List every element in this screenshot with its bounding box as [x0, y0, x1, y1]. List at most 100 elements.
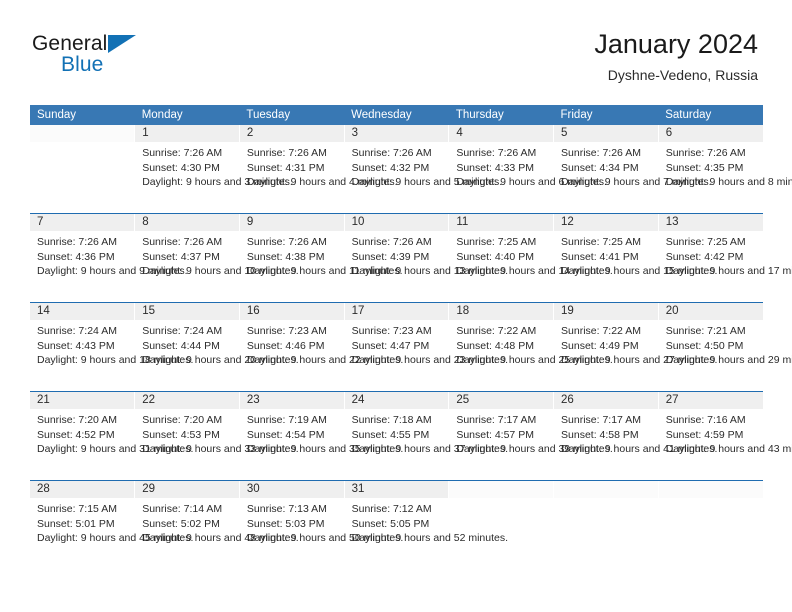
day-number[interactable]: 8 — [134, 214, 240, 231]
day-number[interactable]: 15 — [134, 303, 240, 320]
day-cell-lines: Sunrise: 7:26 AM Sunset: 4:39 PM Daylight:… — [352, 235, 508, 279]
sunrise-text: Sunrise: 7:25 AM — [456, 236, 537, 248]
brand-logo[interactable]: General Blue — [32, 33, 222, 83]
day-number[interactable]: 6 — [657, 125, 763, 142]
day-cell-lines: Sunrise: 7:13 AM Sunset: 5:03 PM Daylight:… — [246, 502, 404, 546]
day-cell-empty — [553, 498, 659, 569]
day-number[interactable]: 30 — [238, 481, 345, 498]
daylight-text: Daylight: 9 hours and 29 minutes. — [665, 354, 792, 366]
daylight-text: Daylight: 9 hours and 41 minutes. — [561, 443, 718, 455]
sunset-text: Sunset: 4:35 PM — [665, 161, 744, 174]
weekday-header-friday: Friday — [553, 105, 659, 125]
day-cell-lines: Sunrise: 7:25 AM Sunset: 4:40 PM Daylight:… — [456, 235, 612, 279]
day-cell-empty — [657, 498, 763, 569]
day-number[interactable]: 3 — [343, 125, 449, 142]
day-number-empty — [30, 125, 135, 142]
sunset-text: Sunset: 4:42 PM — [665, 250, 744, 263]
day-number[interactable]: 1 — [134, 125, 240, 142]
day-cell[interactable]: Sunrise: 7:18 AM Sunset: 4:55 PM Daylight:… — [343, 409, 508, 480]
day-cell[interactable]: Sunrise: 7:26 AM Sunset: 4:35 PM Daylight:… — [657, 142, 792, 213]
day-cell[interactable]: Sunrise: 7:23 AM Sunset: 4:47 PM Daylight:… — [343, 320, 508, 391]
day-cell[interactable]: Sunrise: 7:22 AM Sunset: 4:48 PM Daylight:… — [448, 320, 613, 391]
sunrise-text: Sunrise: 7:23 AM — [351, 325, 432, 337]
sunrise-text: Sunrise: 7:12 AM — [351, 503, 432, 515]
day-cell[interactable]: Sunrise: 7:26 AM Sunset: 4:30 PM Daylight:… — [134, 142, 293, 213]
daylight-text: Daylight: 9 hours and 45 minutes. — [37, 532, 194, 544]
day-number[interactable]: 25 — [448, 392, 554, 409]
page-subtitle: Dyshne-Vedeno, Russia — [607, 67, 758, 83]
sunset-text: Sunset: 4:41 PM — [561, 250, 639, 263]
day-cell[interactable]: Sunrise: 7:25 AM Sunset: 4:40 PM Daylight:… — [448, 231, 613, 302]
day-number[interactable]: 28 — [30, 481, 135, 498]
sunset-text: Sunset: 4:57 PM — [456, 428, 534, 441]
sunrise-text: Sunrise: 7:22 AM — [456, 325, 537, 337]
day-cell[interactable]: Sunrise: 7:26 AM Sunset: 4:36 PM Daylight:… — [30, 231, 188, 302]
day-cell-lines: Sunrise: 7:16 AM Sunset: 4:59 PM Daylight:… — [666, 413, 792, 457]
day-cell-lines: Sunrise: 7:24 AM Sunset: 4:44 PM Daylight:… — [142, 324, 298, 368]
daylight-text: Daylight: 9 hours and 27 minutes. — [561, 354, 718, 366]
weekday-header-thursday: Thursday — [448, 105, 554, 125]
day-cell[interactable]: Sunrise: 7:26 AM Sunset: 4:38 PM Daylight:… — [238, 231, 403, 302]
day-number[interactable]: 23 — [238, 392, 345, 409]
day-number[interactable]: 29 — [134, 481, 240, 498]
day-cell-lines: Sunrise: 7:19 AM Sunset: 4:54 PM Daylight:… — [247, 413, 403, 457]
sunset-text: Sunset: 4:37 PM — [142, 250, 220, 263]
day-cell[interactable]: Sunrise: 7:26 AM Sunset: 4:31 PM Daylight:… — [238, 142, 398, 213]
day-number[interactable]: 19 — [553, 303, 659, 320]
day-number[interactable]: 16 — [238, 303, 345, 320]
sunrise-text: Sunrise: 7:21 AM — [665, 325, 746, 337]
day-number[interactable]: 12 — [553, 214, 659, 231]
day-cell[interactable]: Sunrise: 7:24 AM Sunset: 4:43 PM Daylight:… — [30, 320, 193, 391]
day-cell[interactable]: Sunrise: 7:16 AM Sunset: 4:59 PM Daylight:… — [657, 409, 792, 480]
day-number[interactable]: 27 — [657, 392, 763, 409]
day-number[interactable]: 10 — [343, 214, 449, 231]
day-cell[interactable]: Sunrise: 7:26 AM Sunset: 4:34 PM Daylight:… — [553, 142, 712, 213]
day-cell-lines: Sunrise: 7:20 AM Sunset: 4:52 PM Daylight:… — [37, 413, 193, 457]
day-cell-lines: Sunrise: 7:26 AM Sunset: 4:35 PM Daylight:… — [665, 146, 792, 190]
day-cell[interactable]: Sunrise: 7:19 AM Sunset: 4:54 PM Daylight:… — [238, 409, 403, 480]
sunset-text: Sunset: 5:02 PM — [142, 517, 220, 530]
day-number[interactable]: 22 — [134, 392, 240, 409]
day-cell[interactable]: Sunrise: 7:23 AM Sunset: 4:46 PM Daylight:… — [238, 320, 403, 391]
day-cell[interactable]: Sunrise: 7:15 AM Sunset: 5:01 PM Daylight:… — [30, 498, 194, 569]
day-number[interactable]: 18 — [448, 303, 554, 320]
sunrise-text: Sunrise: 7:26 AM — [351, 147, 432, 159]
day-number[interactable]: 21 — [30, 392, 135, 409]
day-cell[interactable]: Sunrise: 7:26 AM Sunset: 4:33 PM Daylight:… — [448, 142, 607, 213]
day-number[interactable]: 2 — [238, 125, 345, 142]
day-number[interactable]: 24 — [343, 392, 449, 409]
day-cell[interactable]: Sunrise: 7:22 AM Sunset: 4:49 PM Daylight:… — [553, 320, 718, 391]
day-cell[interactable]: Sunrise: 7:25 AM Sunset: 4:42 PM Daylight:… — [657, 231, 792, 302]
day-cell[interactable]: Sunrise: 7:12 AM Sunset: 5:05 PM Daylight:… — [343, 498, 508, 569]
day-number[interactable]: 7 — [30, 214, 135, 231]
day-cell-lines: Sunrise: 7:25 AM Sunset: 4:41 PM Daylight:… — [561, 235, 717, 279]
day-cell[interactable]: Sunrise: 7:17 AM Sunset: 4:58 PM Daylight:… — [553, 409, 718, 480]
day-cell[interactable]: Sunrise: 7:17 AM Sunset: 4:57 PM Daylight:… — [448, 409, 613, 480]
day-number[interactable]: 20 — [657, 303, 763, 320]
day-cell[interactable]: Sunrise: 7:25 AM Sunset: 4:41 PM Daylight:… — [553, 231, 717, 302]
day-cell[interactable]: Sunrise: 7:20 AM Sunset: 4:52 PM Daylight:… — [30, 409, 193, 480]
day-cell[interactable]: Sunrise: 7:24 AM Sunset: 4:44 PM Daylight:… — [134, 320, 299, 391]
day-cell[interactable]: Sunrise: 7:13 AM Sunset: 5:03 PM Daylight:… — [238, 498, 404, 569]
day-cell[interactable]: Sunrise: 7:14 AM Sunset: 5:02 PM Daylight:… — [134, 498, 299, 569]
calendar-header-row: Sunday Monday Tuesday Wednesday Thursday… — [30, 105, 763, 125]
day-number-row: 28 29 30 31 — [30, 481, 763, 498]
day-number[interactable]: 11 — [448, 214, 554, 231]
day-number[interactable]: 17 — [343, 303, 449, 320]
day-number[interactable]: 31 — [343, 481, 449, 498]
day-number[interactable]: 13 — [657, 214, 763, 231]
calendar-page: General Blue January 2024 Dyshne-Vedeno,… — [0, 0, 792, 612]
day-cell-lines: Sunrise: 7:26 AM Sunset: 4:33 PM Daylight:… — [456, 146, 607, 190]
day-cell[interactable]: Sunrise: 7:26 AM Sunset: 4:37 PM Daylight:… — [134, 231, 299, 302]
day-cell[interactable]: Sunrise: 7:21 AM Sunset: 4:50 PM Daylight:… — [657, 320, 792, 391]
day-cell[interactable]: Sunrise: 7:26 AM Sunset: 4:39 PM Daylight:… — [343, 231, 508, 302]
day-cell[interactable]: Sunrise: 7:26 AM Sunset: 4:32 PM Daylight:… — [343, 142, 502, 213]
day-number[interactable]: 26 — [553, 392, 659, 409]
day-number[interactable]: 9 — [238, 214, 345, 231]
day-number[interactable]: 14 — [30, 303, 135, 320]
day-detail-row: Sunrise: 7:26 AM Sunset: 4:36 PM Daylight:… — [30, 231, 792, 302]
daylight-text: Daylight: 9 hours and 50 minutes. — [246, 532, 404, 544]
day-number[interactable]: 4 — [448, 125, 554, 142]
day-number[interactable]: 5 — [553, 125, 659, 142]
day-cell[interactable]: Sunrise: 7:20 AM Sunset: 4:53 PM Daylight:… — [134, 409, 299, 480]
